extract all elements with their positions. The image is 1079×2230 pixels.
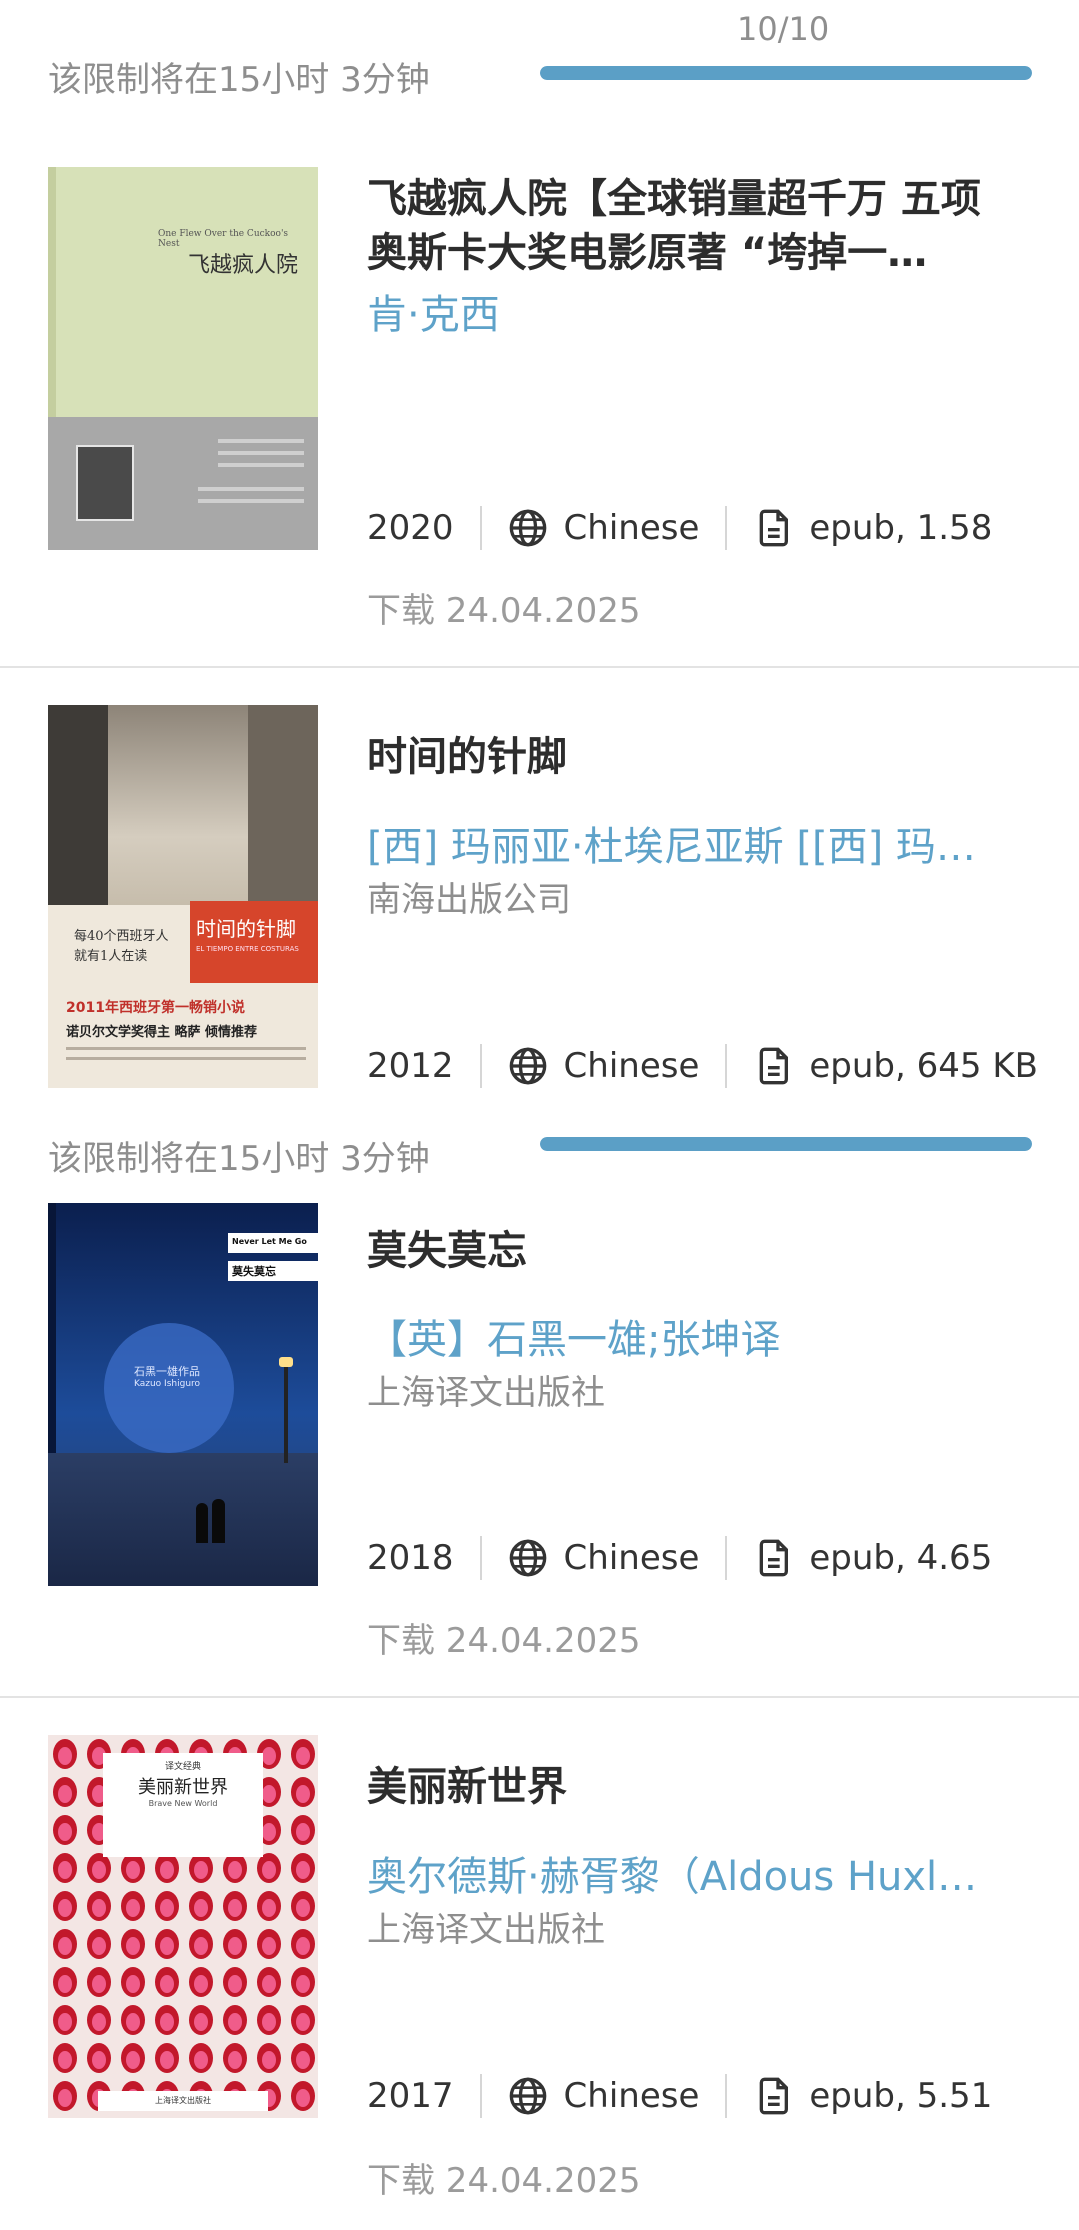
book-meta: 2018 Chinese epub, 4.65 <box>367 1533 992 1583</box>
book-item[interactable]: One Flew Over the Cuckoo's Nest 飞越疯人院 飞越… <box>0 110 1079 670</box>
book-language: Chinese <box>563 1538 700 1578</box>
book-item[interactable]: 译文经典 美丽新世界 Brave New World 上海译文出版社 美丽新世界… <box>0 1698 1079 2230</box>
cover-title-en: Never Let Me Go <box>232 1237 307 1246</box>
file-icon <box>760 2077 789 2115</box>
cover-promo: 2011年西班牙第一畅销小说 <box>66 1000 245 1016</box>
book-author[interactable]: 肯·克西 <box>367 282 982 340</box>
meta-separator <box>725 1536 728 1580</box>
book-author[interactable]: [西] 玛丽亚·杜埃尼亚斯 [[西] 玛… <box>367 814 982 872</box>
book-author[interactable]: 【英】石黑一雄;张坤译 <box>367 1307 982 1365</box>
book-title[interactable]: 飞越疯人院【全球销量超千万 五项奥斯卡大奖电影原著 “垮掉一… <box>367 172 982 280</box>
cover-promo-2: 诺贝尔文学奖得主 略萨 倾情推荐 <box>66 1025 258 1040</box>
limit-reset-text: 该限制将在15小时 3分钟 <box>48 1139 430 1179</box>
download-limit-progress <box>540 66 1032 80</box>
book-year: 2012 <box>367 1046 454 1086</box>
meta-separator <box>725 1044 728 1088</box>
download-limit-progress-fill <box>540 66 1032 80</box>
book-item[interactable]: Never Let Me Go 莫失莫忘 石黑一雄作品 Kazuo Ishigu… <box>0 1203 1079 1698</box>
globe-icon <box>509 1539 546 1577</box>
cover-publisher: 上海译文出版社 <box>155 2096 211 2105</box>
globe-icon <box>509 2077 546 2115</box>
download-limit-progress-fill <box>540 1137 1032 1151</box>
book-item[interactable]: 每40个西班牙人 就有1人在读 时间的针脚 EL TIEMPO ENTRE CO… <box>0 668 1079 1128</box>
globe-icon <box>509 509 546 547</box>
book-publisher: 上海译文出版社 <box>367 1910 605 1950</box>
book-publisher: 上海译文出版社 <box>367 1373 605 1413</box>
globe-icon <box>509 1047 546 1085</box>
cover-title-cn: 飞越疯人院 <box>188 253 299 278</box>
book-publisher: 南海出版公司 <box>367 880 571 920</box>
cover-tagline: 每40个西班牙人 就有1人在读 <box>74 929 169 964</box>
file-icon <box>760 1539 789 1577</box>
book-download-date: 下载 24.04.2025 <box>367 1621 641 1661</box>
cover-title-en: Brave New World <box>148 1799 218 1808</box>
book-meta: 2012 Chinese epub, 645 KB <box>367 1041 1038 1091</box>
book-format: epub, 1.58 <box>809 508 993 548</box>
cover-title-cn: 美丽新世界 <box>138 1777 228 1798</box>
book-year: 2017 <box>367 2076 454 2116</box>
book-language: Chinese <box>563 508 700 548</box>
book-format: epub, 645 KB <box>809 1046 1038 1086</box>
cover-subtitle: EL TIEMPO ENTRE COSTURAS <box>196 945 299 953</box>
book-format: epub, 4.65 <box>809 1538 993 1578</box>
download-count: 10/10 <box>737 10 830 48</box>
book-cover[interactable]: One Flew Over the Cuckoo's Nest 飞越疯人院 <box>48 167 318 550</box>
book-cover[interactable]: 译文经典 美丽新世界 Brave New World 上海译文出版社 <box>48 1735 318 2118</box>
book-title[interactable]: 时间的针脚 <box>367 730 982 784</box>
cover-author-en: Kazuo Ishiguro <box>134 1379 201 1389</box>
book-language: Chinese <box>563 1046 700 1086</box>
cover-title-cn: 时间的针脚 <box>196 917 296 941</box>
meta-separator <box>479 2074 482 2118</box>
book-title[interactable]: 美丽新世界 <box>367 1760 982 1814</box>
book-meta: 2017 Chinese epub, 5.51 <box>367 2071 992 2121</box>
book-download-date: 下载 24.04.2025 <box>367 2161 641 2201</box>
book-download-date: 下载 24.04.2025 <box>367 591 641 631</box>
meta-separator <box>479 1044 482 1088</box>
meta-separator <box>725 2074 728 2118</box>
download-limit-banner: 10/10 该限制将在15小时 3分钟 <box>0 0 1079 110</box>
book-year: 2020 <box>367 508 454 548</box>
book-cover[interactable]: Never Let Me Go 莫失莫忘 石黑一雄作品 Kazuo Ishigu… <box>48 1203 318 1586</box>
cover-author-photo <box>76 445 134 521</box>
meta-separator <box>725 506 728 550</box>
download-limit-progress <box>540 1137 1032 1151</box>
cover-series: 译文经典 <box>164 1762 201 1772</box>
cover-title-en: One Flew Over the Cuckoo's Nest <box>158 229 289 249</box>
cover-title-cn: 莫失莫忘 <box>232 1265 276 1278</box>
book-format: epub, 5.51 <box>809 2076 993 2116</box>
file-icon <box>760 509 789 547</box>
book-year: 2018 <box>367 1538 454 1578</box>
meta-separator <box>479 1536 482 1580</box>
meta-separator <box>479 506 482 550</box>
limit-reset-text: 该限制将在15小时 3分钟 <box>48 60 430 100</box>
cover-author-cn: 石黑一雄作品 <box>134 1365 200 1378</box>
book-cover[interactable]: 每40个西班牙人 就有1人在读 时间的针脚 EL TIEMPO ENTRE CO… <box>48 705 318 1088</box>
book-language: Chinese <box>563 2076 700 2116</box>
book-meta: 2020 Chinese epub, 1.58 <box>367 503 992 553</box>
book-title[interactable]: 莫失莫忘 <box>367 1224 982 1278</box>
download-limit-banner-sticky: 该限制将在15小时 3分钟 <box>0 1095 1079 1203</box>
file-icon <box>760 1047 789 1085</box>
book-author[interactable]: 奥尔德斯·赫胥黎（Aldous Huxl… <box>367 1844 982 1902</box>
